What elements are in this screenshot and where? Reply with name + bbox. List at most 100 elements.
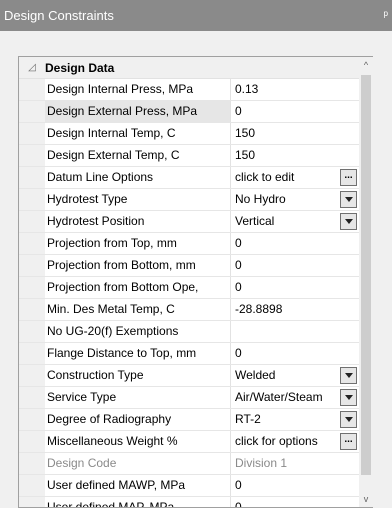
property-name: Miscellaneous Weight % [45,431,231,452]
dropdown-arrow-icon[interactable] [340,411,357,428]
property-value-text: Welded [235,368,276,382]
property-value[interactable]: Vertical [231,211,359,232]
property-value-text: 0 [235,346,242,360]
property-value[interactable]: click for options... [231,431,359,452]
row-gutter [19,299,45,320]
property-value[interactable] [231,321,359,342]
property-name: Hydrotest Type [45,189,231,210]
property-row[interactable]: Miscellaneous Weight % click for options.… [19,431,359,453]
property-value[interactable]: RT-2 [231,409,359,430]
property-value-text: click to edit [235,170,295,184]
property-value-text: 150 [235,126,256,140]
property-grid-frame: ◿ Design Data Design Internal Press, MPa… [18,56,373,508]
property-value-text: 0 [235,478,242,492]
property-value[interactable]: 0.13 [231,79,359,100]
property-row[interactable]: Hydrotest Position Vertical [19,211,359,233]
property-name: Construction Type [45,365,231,386]
property-value[interactable]: 0 [231,277,359,298]
row-gutter [19,453,45,474]
property-row[interactable]: User defined MAP, MPa 0 [19,497,359,507]
scroll-up-icon[interactable]: ^ [359,57,373,73]
row-gutter [19,211,45,232]
scroll-down-icon[interactable]: v [359,491,373,507]
row-gutter [19,167,45,188]
dropdown-arrow-icon[interactable] [340,191,357,208]
property-name: Design External Temp, C [45,145,231,166]
property-value-text: No Hydro [235,192,286,206]
panel-title-bar: Design Constraints ᵖ [0,0,392,31]
property-row[interactable]: Degree of Radiography RT-2 [19,409,359,431]
property-value-text: Vertical [235,214,275,228]
property-row[interactable]: Projection from Bottom Ope, 0 [19,277,359,299]
row-gutter [19,497,45,507]
property-row[interactable]: Design Internal Temp, C 150 [19,123,359,145]
property-row[interactable]: Datum Line Options click to edit... [19,167,359,189]
ellipsis-label: ... [344,169,353,181]
property-value[interactable]: 150 [231,123,359,144]
property-row[interactable]: Design External Temp, C 150 [19,145,359,167]
property-value[interactable]: -28.8898 [231,299,359,320]
property-value[interactable]: 150 [231,145,359,166]
property-value-text: 150 [235,148,256,162]
row-gutter [19,409,45,430]
dropdown-arrow-icon[interactable] [340,389,357,406]
ellipsis-label: ... [344,433,353,445]
property-row[interactable]: Projection from Bottom, mm 0 [19,255,359,277]
property-row[interactable]: No UG-20(f) Exemptions [19,321,359,343]
property-name: No UG-20(f) Exemptions [45,321,231,342]
property-name: Min. Des Metal Temp, C [45,299,231,320]
property-value[interactable]: 0 [231,475,359,496]
property-row[interactable]: Projection from Top, mm 0 [19,233,359,255]
category-design-data[interactable]: ◿ Design Data [19,57,359,79]
dropdown-arrow-icon[interactable] [340,213,357,230]
property-row[interactable]: Design External Press, MPa 0 [19,101,359,123]
property-value[interactable]: Air/Water/Steam [231,387,359,408]
property-value[interactable]: 0 [231,497,359,507]
property-row[interactable]: Min. Des Metal Temp, C -28.8898 [19,299,359,321]
property-value[interactable]: 0 [231,343,359,364]
property-value[interactable]: 0 [231,233,359,254]
property-value[interactable]: 0 [231,255,359,276]
row-gutter [19,365,45,386]
property-value-text: Division 1 [235,456,288,470]
property-row[interactable]: Service Type Air/Water/Steam [19,387,359,409]
collapse-icon[interactable]: ◿ [19,62,45,73]
vertical-scrollbar[interactable]: ^ v [359,57,373,507]
property-value-text: 0 [235,236,242,250]
property-value-text: -28.8898 [235,302,283,316]
dropdown-arrow-icon[interactable] [340,367,357,384]
property-value[interactable]: Welded [231,365,359,386]
ellipsis-button[interactable]: ... [340,433,357,450]
row-gutter [19,321,45,342]
property-name: Flange Distance to Top, mm [45,343,231,364]
row-gutter [19,123,45,144]
property-row[interactable]: Flange Distance to Top, mm 0 [19,343,359,365]
scroll-thumb[interactable] [361,75,371,475]
row-gutter [19,431,45,452]
property-name: Projection from Bottom, mm [45,255,231,276]
property-row[interactable]: Design Internal Press, MPa 0.13 [19,79,359,101]
property-value-text: 0 [235,258,242,272]
row-gutter [19,145,45,166]
ellipsis-button[interactable]: ... [340,169,357,186]
row-gutter [19,343,45,364]
property-row[interactable]: Design Code Division 1 [19,453,359,475]
property-name: User defined MAP, MPa [45,497,231,507]
property-name: Service Type [45,387,231,408]
property-row[interactable]: Construction Type Welded [19,365,359,387]
pin-icon[interactable]: ᵖ [383,0,388,31]
property-value-text: RT-2 [235,412,261,426]
property-grid: ◿ Design Data Design Internal Press, MPa… [19,57,359,507]
property-value-text: click for options [235,434,318,448]
property-row[interactable]: User defined MAWP, MPa 0 [19,475,359,497]
row-gutter [19,475,45,496]
property-value[interactable]: 0 [231,101,359,122]
property-name: Design External Press, MPa [45,101,231,122]
property-value-text: 0 [235,500,242,507]
property-name: Hydrotest Position [45,211,231,232]
row-gutter [19,277,45,298]
property-value[interactable]: click to edit... [231,167,359,188]
property-row[interactable]: Hydrotest Type No Hydro [19,189,359,211]
property-name: Datum Line Options [45,167,231,188]
property-value[interactable]: No Hydro [231,189,359,210]
